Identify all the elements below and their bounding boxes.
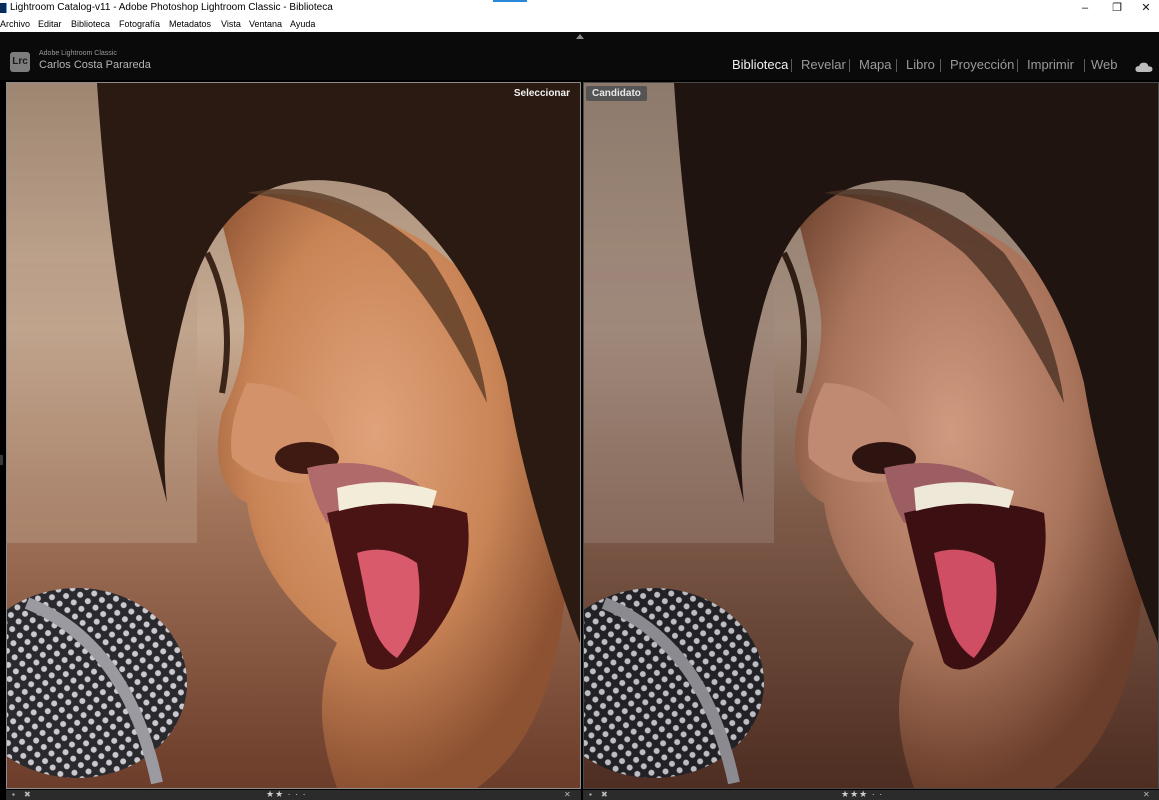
candidate-info-strip: ▪ ✖ ★★★ · · ✕ xyxy=(583,790,1159,800)
close-icon[interactable]: ✕ xyxy=(564,791,571,799)
menu-archivo[interactable]: Archivo xyxy=(0,16,30,32)
user-name: Carlos Costa Parareda xyxy=(39,59,151,71)
menu-vista[interactable]: Vista xyxy=(221,16,241,32)
menu-ayuda[interactable]: Ayuda xyxy=(290,16,315,32)
select-star-rating[interactable]: ★★ · · · xyxy=(266,790,307,799)
module-libro[interactable]: Libro xyxy=(906,57,935,73)
left-panel-toggle[interactable] xyxy=(0,455,3,465)
select-info-strip: ▪ ✖ ★★ · · · ✕ xyxy=(6,790,581,800)
candidate-star-rating[interactable]: ★★★ · · xyxy=(841,790,883,799)
module-separator xyxy=(1017,59,1018,72)
collapse-panel-arrow-icon[interactable] xyxy=(576,34,584,39)
menu-fotografia[interactable]: Fotografía xyxy=(119,16,160,32)
module-separator xyxy=(849,59,850,72)
module-proyeccion[interactable]: Proyección xyxy=(950,57,1014,73)
lightroom-logo-icon: Lrc xyxy=(10,52,30,72)
candidate-photo-pane[interactable]: Candidato xyxy=(583,82,1159,789)
menu-ventana[interactable]: Ventana xyxy=(249,16,282,32)
window-title-bar: Lightroom Catalog-v11 - Adobe Photoshop … xyxy=(0,0,1159,16)
module-separator xyxy=(791,59,792,72)
flag-icon[interactable]: ▪ xyxy=(589,791,592,799)
focus-indicator xyxy=(493,0,527,2)
module-separator xyxy=(940,59,941,72)
module-picker: Biblioteca Revelar Mapa Libro Proyección… xyxy=(729,57,1159,73)
menu-metadatos[interactable]: Metadatos xyxy=(169,16,211,32)
menu-biblioteca[interactable]: Biblioteca xyxy=(71,16,110,32)
module-mapa[interactable]: Mapa xyxy=(859,57,892,73)
menu-editar[interactable]: Editar xyxy=(38,16,62,32)
reject-icon[interactable]: ✖ xyxy=(601,791,608,799)
module-web[interactable]: Web xyxy=(1091,57,1118,73)
minimize-button[interactable]: – xyxy=(1068,0,1102,16)
module-revelar[interactable]: Revelar xyxy=(801,57,846,73)
app-icon xyxy=(0,3,7,13)
select-label: Seleccionar xyxy=(513,88,570,99)
identity-plate: Lrc Adobe Lightroom Classic Carlos Costa… xyxy=(0,32,1159,80)
close-button[interactable]: ✕ xyxy=(1129,0,1159,16)
flag-icon[interactable]: ▪ xyxy=(12,791,15,799)
window-title: Lightroom Catalog-v11 - Adobe Photoshop … xyxy=(10,2,333,13)
module-biblioteca[interactable]: Biblioteca xyxy=(732,57,788,73)
cloud-sync-icon[interactable] xyxy=(1135,62,1153,73)
candidate-photo xyxy=(584,83,1158,788)
select-photo-pane[interactable]: Seleccionar xyxy=(6,82,581,789)
module-separator xyxy=(896,59,897,72)
product-name: Adobe Lightroom Classic xyxy=(39,50,117,57)
candidate-label: Candidato xyxy=(586,86,647,101)
close-icon[interactable]: ✕ xyxy=(1143,791,1150,799)
menu-bar: Archivo Editar Biblioteca Fotografía Met… xyxy=(0,16,1159,32)
select-photo xyxy=(7,83,580,788)
reject-icon[interactable]: ✖ xyxy=(24,791,31,799)
module-separator xyxy=(1084,59,1085,72)
module-imprimir[interactable]: Imprimir xyxy=(1027,57,1074,73)
